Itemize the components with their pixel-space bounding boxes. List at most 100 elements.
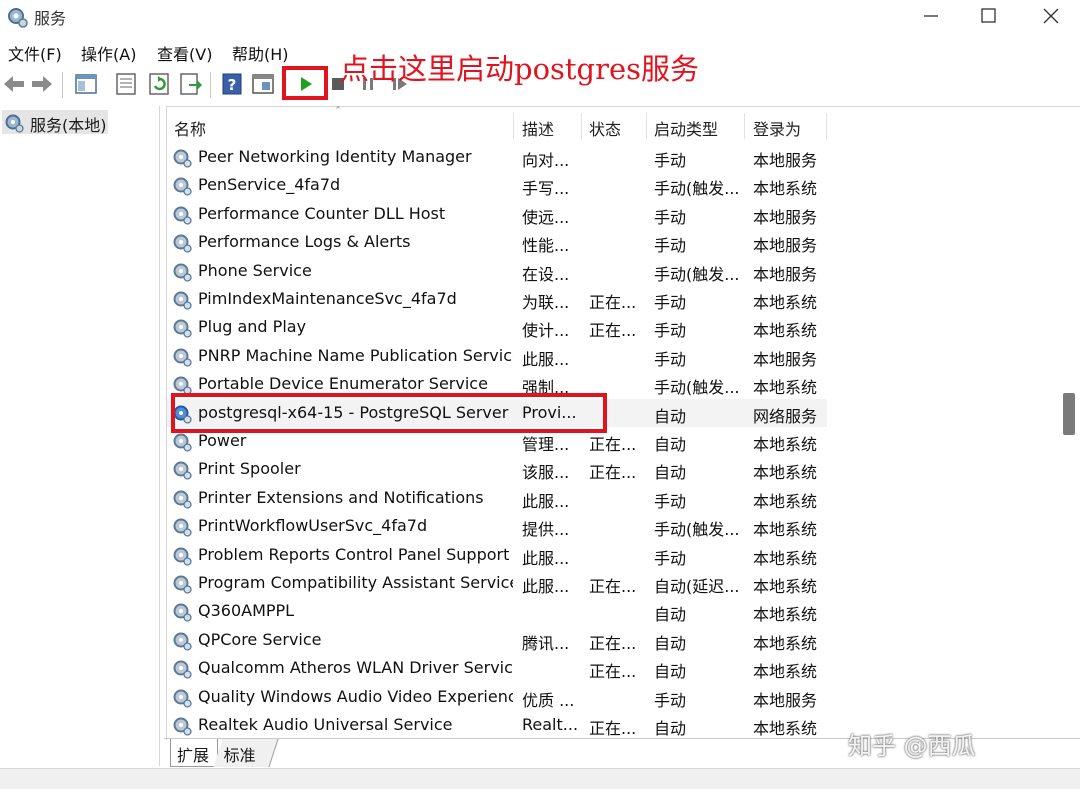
column-header-status[interactable]: 状态 xyxy=(582,107,647,143)
column-header-name[interactable]: 名称 xyxy=(167,107,513,143)
service-log-on-as: 本地系统 xyxy=(753,293,818,312)
service-row[interactable]: Quality Windows Audio Video Experience 优质… xyxy=(167,683,827,711)
service-name: Power xyxy=(198,431,247,450)
service-row[interactable]: Performance Counter DLL Host 使远... 手动 本地服务 xyxy=(167,200,827,228)
service-row[interactable]: Performance Logs & Alerts 性能... 手动 本地服务 xyxy=(167,228,827,256)
scrollbar-thumb[interactable] xyxy=(1063,393,1075,435)
service-log-on-as: 本地系统 xyxy=(753,633,818,653)
service-name: Plug and Play xyxy=(198,317,307,337)
column-header-description[interactable]: 描述 xyxy=(515,107,581,143)
service-row[interactable]: Qualcomm Atheros WLAN Driver Service 正在..… xyxy=(167,654,827,682)
toolbar-separator xyxy=(210,72,211,98)
service-row[interactable]: PenService_4fa7d 手写... 手动(触发... 本地系统 xyxy=(167,171,827,199)
service-name: Print Spooler xyxy=(198,459,301,479)
service-status: 正在... xyxy=(589,321,637,341)
service-description: 此服... xyxy=(522,349,570,369)
service-log-on-as: 本地系统 xyxy=(753,321,818,341)
console-tree-icon[interactable] xyxy=(74,72,98,96)
service-name: Program Compatibility Assistant Service xyxy=(198,573,513,592)
column-separator xyxy=(826,113,827,139)
toolbar-separator xyxy=(62,72,63,98)
service-name: Portable Device Enumerator Service xyxy=(198,374,488,394)
service-row[interactable]: Q360AMPPL 自动 本地系统 xyxy=(167,597,827,625)
service-name: Problem Reports Control Panel Support xyxy=(198,544,510,564)
service-gear-icon xyxy=(173,632,192,651)
column-header-log-on-as[interactable]: 登录为 xyxy=(746,107,826,143)
service-description: 管理... xyxy=(522,435,570,454)
service-description: 优质 ... xyxy=(522,690,575,710)
service-name: PenService_4fa7d xyxy=(198,175,341,195)
service-row[interactable]: Realtek Audio Universal Service Realt... 正… xyxy=(167,711,827,739)
menu-view[interactable]: 查看(V) xyxy=(157,41,212,65)
service-status: 正在... xyxy=(589,293,637,312)
service-description: 提供... xyxy=(522,520,570,540)
service-row[interactable]: Problem Reports Control Panel Support 此服.… xyxy=(167,541,827,569)
service-startup-type: 手动 xyxy=(654,293,687,312)
refresh-icon[interactable] xyxy=(147,72,171,96)
service-name: Qualcomm Atheros WLAN Driver Service xyxy=(198,658,513,678)
help-icon[interactable]: ? xyxy=(220,72,244,96)
service-gear-icon xyxy=(173,547,192,566)
view-icon[interactable] xyxy=(251,72,275,96)
service-row[interactable]: Plug and Play 使计... 正在... 手动 本地系统 xyxy=(167,313,827,341)
service-description: 性能... xyxy=(522,236,570,256)
service-log-on-as: 本地服务 xyxy=(753,207,818,227)
tree-item-services-local[interactable]: 服务(本地) xyxy=(2,110,108,135)
maximize-button[interactable] xyxy=(960,0,1018,32)
minimize-button[interactable] xyxy=(902,0,960,32)
service-startup-type: 自动 xyxy=(654,463,687,483)
service-startup-type: 自动(延迟... xyxy=(654,577,740,596)
service-row[interactable]: Print Spooler 该服... 正在... 自动 本地系统 xyxy=(167,455,827,483)
service-row[interactable]: PNRP Machine Name Publication Service 此服.… xyxy=(167,342,827,370)
service-gear-icon xyxy=(173,177,192,197)
svg-text:?: ? xyxy=(228,76,237,94)
annotation-text: 点击这里启动postgres服务 xyxy=(340,52,700,86)
menu-help[interactable]: 帮助(H) xyxy=(232,41,289,65)
service-description: 此服... xyxy=(522,491,570,511)
service-row[interactable]: PimIndexMaintenanceSvc_4fa7d 为联... 正在... 手动… xyxy=(167,285,827,313)
service-row[interactable]: PrintWorkflowUserSvc_4fa7d 提供... 手动(触发... 本… xyxy=(167,512,827,540)
menu-action[interactable]: 操作(A) xyxy=(81,41,136,65)
service-row[interactable]: Peer Networking Identity Manager 向对... 手动 本… xyxy=(167,143,827,171)
close-button[interactable] xyxy=(1020,0,1078,32)
service-startup-type: 手动(触发... xyxy=(654,179,740,199)
service-status: 正在... xyxy=(589,577,637,596)
service-startup-type: 手动 xyxy=(654,207,687,227)
service-startup-type: 手动 xyxy=(654,151,687,170)
service-row[interactable]: Printer Extensions and Notifications 此服..… xyxy=(167,484,827,512)
service-row[interactable]: Phone Service 在设... 手动(触发... 本地服务 xyxy=(167,257,827,285)
tab-label: 标准 xyxy=(223,746,256,765)
service-log-on-as: 本地系统 xyxy=(753,548,818,568)
console-tree-pane: 服务(本地) xyxy=(0,106,160,766)
tab-standard[interactable]: 标准 xyxy=(213,739,279,767)
service-log-on-as: 本地系统 xyxy=(753,577,818,596)
tree-item-label: 服务(本地) xyxy=(30,116,107,135)
menu-file[interactable]: 文件(F) xyxy=(8,41,62,65)
service-gear-icon xyxy=(173,291,192,310)
service-log-on-as: 本地系统 xyxy=(753,179,818,199)
service-name: Performance Logs & Alerts xyxy=(198,232,411,252)
service-name: Quality Windows Audio Video Experience xyxy=(198,686,513,706)
service-startup-type: 自动 xyxy=(654,662,687,682)
tab-extended[interactable]: 扩展 xyxy=(170,739,218,767)
service-startup-type: 自动 xyxy=(654,719,687,738)
column-header-startup-type[interactable]: 启动类型 xyxy=(647,107,745,143)
service-startup-type: 自动 xyxy=(654,605,687,625)
service-row[interactable]: QPCore Service 腾讯... 正在... 自动 本地系统 xyxy=(167,626,827,654)
service-startup-type: 手动(触发... xyxy=(654,520,740,540)
service-startup-type: 手动(触发... xyxy=(654,264,740,284)
service-gear-icon xyxy=(173,518,192,537)
service-description: 为联... xyxy=(522,293,570,312)
window-title: 服务 xyxy=(34,9,67,28)
service-row[interactable]: Program Compatibility Assistant Service 此… xyxy=(167,569,827,597)
service-name: Q360AMPPL xyxy=(198,601,295,621)
service-startup-type: 手动 xyxy=(654,236,687,256)
export-icon[interactable] xyxy=(179,72,203,96)
service-startup-type: 手动 xyxy=(654,491,687,511)
properties-icon[interactable] xyxy=(114,72,138,96)
service-gear-icon xyxy=(173,206,192,225)
service-name: PNRP Machine Name Publication Service xyxy=(198,345,513,365)
back-arrow-icon[interactable] xyxy=(2,72,26,96)
forward-arrow-icon[interactable] xyxy=(30,72,54,96)
service-log-on-as: 本地系统 xyxy=(753,520,818,540)
